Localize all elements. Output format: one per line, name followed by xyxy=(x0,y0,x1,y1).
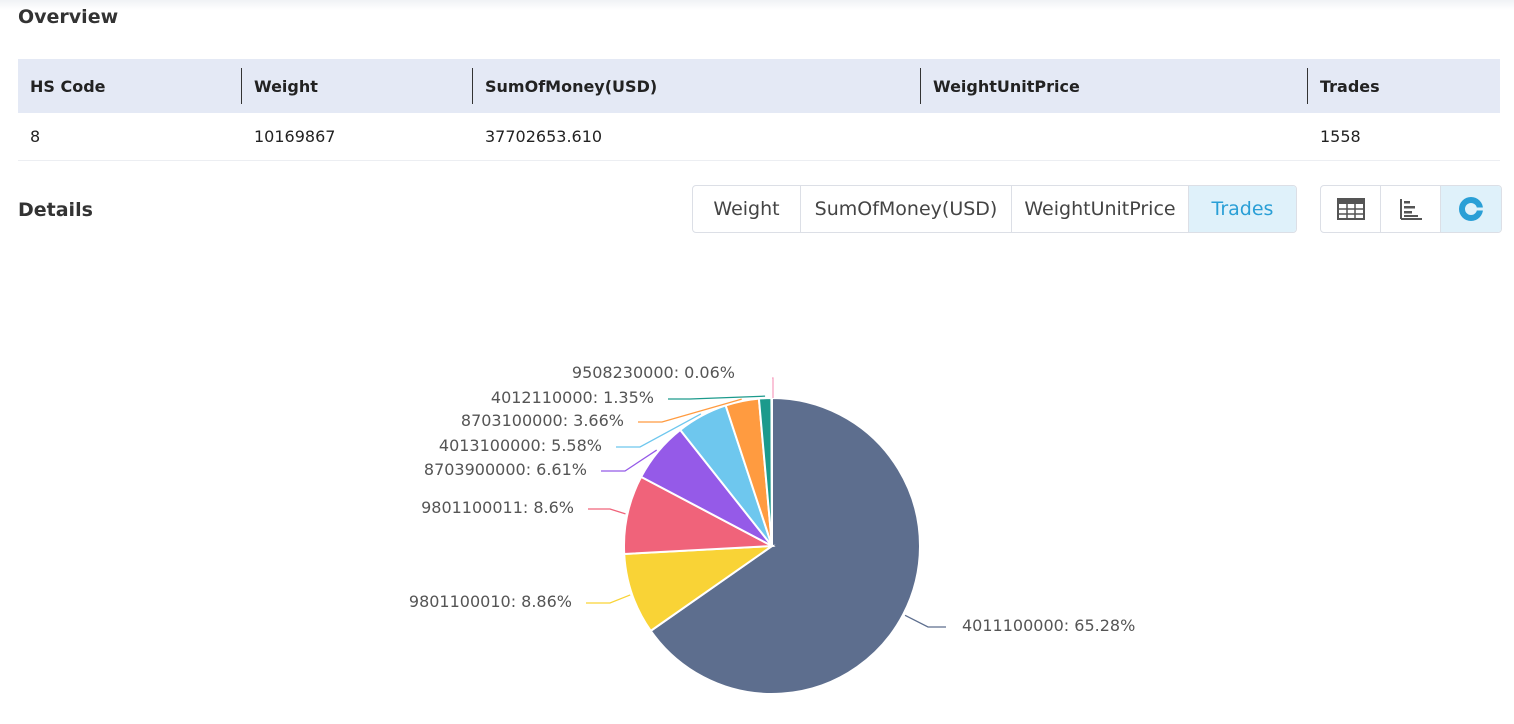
leader-line-9801100011 xyxy=(588,508,626,515)
slice-label-9801100011: 9801100011: 8.6% xyxy=(421,498,574,517)
slice-label-9508230000: 9508230000: 0.06% xyxy=(572,363,735,382)
pie-chart: 4011100000: 65.28% 9801100010: 8.86% 98011… xyxy=(409,363,1135,695)
slice-label-4012110000: 4012110000: 1.35% xyxy=(491,388,654,407)
slice-label-4011100000: 4011100000: 65.28% xyxy=(962,616,1135,635)
slice-label-8703900000: 8703900000: 6.61% xyxy=(424,460,587,479)
leader-line-9801100010 xyxy=(586,594,631,604)
leader-line-4011100000 xyxy=(904,614,946,628)
slice-label-8703100000: 8703100000: 3.66% xyxy=(461,411,624,430)
slice-label-4013100000: 4013100000: 5.58% xyxy=(439,436,602,455)
slice-label-9801100010: 9801100010: 8.86% xyxy=(409,592,572,611)
leader-line-9508230000 xyxy=(772,377,774,398)
pie-slice-9508230000[interactable] xyxy=(770,396,773,547)
